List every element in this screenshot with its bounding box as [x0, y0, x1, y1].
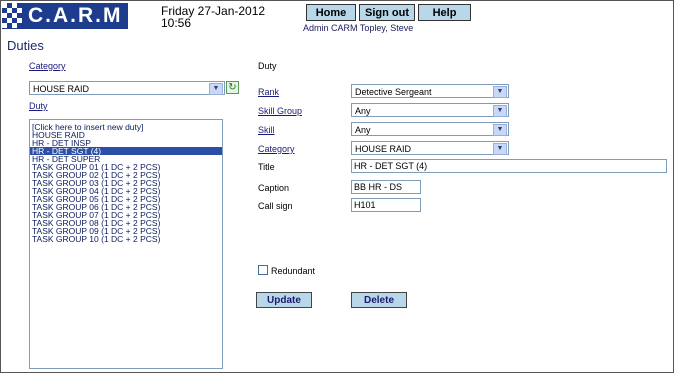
caption-field[interactable]: BB HR - DS	[351, 180, 421, 194]
category-label: Category	[258, 144, 295, 154]
category-select[interactable]: HOUSE RAID ▼	[351, 141, 509, 155]
help-button[interactable]: Help	[418, 4, 471, 21]
logo-text: C.A.R.M	[28, 4, 123, 27]
chevron-down-icon: ▼	[209, 83, 223, 95]
callsign-field[interactable]: H101	[351, 198, 421, 212]
datetime: Friday 27-Jan-2012 10:56	[161, 5, 265, 29]
duty-section-title: Duty	[258, 61, 277, 71]
chevron-down-icon: ▼	[493, 124, 507, 136]
category-filter-label: Category	[29, 61, 66, 71]
carm-logo: C.A.R.M	[2, 3, 128, 29]
time-text: 10:56	[161, 16, 192, 30]
sign-out-button[interactable]: Sign out	[359, 4, 415, 21]
skill-group-select[interactable]: Any ▼	[351, 103, 509, 117]
redundant-checkbox[interactable]	[258, 265, 268, 275]
skill-group-label: Skill Group	[258, 106, 303, 116]
chevron-down-icon: ▼	[493, 143, 507, 155]
rank-label: Rank	[258, 87, 280, 97]
title-label: Title	[258, 162, 275, 172]
page-title: Duties	[7, 38, 44, 53]
checkered-flag-icon	[2, 3, 24, 29]
delete-button[interactable]: Delete	[351, 292, 407, 308]
category-value: HOUSE RAID	[355, 144, 412, 154]
list-item[interactable]: TASK GROUP 10 (1 DC + 2 PCS)	[30, 235, 222, 244]
callsign-label: Call sign	[258, 201, 293, 211]
user-info: Admin CARM Topley, Steve	[303, 23, 414, 33]
rank-value: Detective Sergeant	[355, 87, 432, 97]
rank-select[interactable]: Detective Sergeant ▼	[351, 84, 509, 98]
skill-select[interactable]: Any ▼	[351, 122, 509, 136]
category-filter-select[interactable]: HOUSE RAID ▼	[29, 81, 225, 95]
chevron-down-icon: ▼	[493, 86, 507, 98]
skill-value: Any	[355, 125, 371, 135]
duty-list-label: Duty	[29, 101, 48, 111]
skill-group-value: Any	[355, 106, 371, 116]
chevron-down-icon: ▼	[493, 105, 507, 117]
update-button[interactable]: Update	[256, 292, 312, 308]
caption-label: Caption	[258, 183, 290, 193]
skill-label: Skill	[258, 125, 275, 135]
duty-listbox[interactable]: [Click here to insert new duty] HOUSE RA…	[29, 119, 223, 369]
refresh-icon[interactable]: ↻	[226, 81, 239, 94]
header: C.A.R.M Friday 27-Jan-2012 10:56 Home Si…	[1, 1, 673, 33]
home-button[interactable]: Home	[306, 4, 356, 21]
title-field[interactable]: HR - DET SGT (4)	[351, 159, 667, 173]
app-window: C.A.R.M Friday 27-Jan-2012 10:56 Home Si…	[0, 0, 674, 373]
redundant-label: Redundant	[271, 266, 316, 276]
category-filter-value: HOUSE RAID	[33, 84, 90, 94]
